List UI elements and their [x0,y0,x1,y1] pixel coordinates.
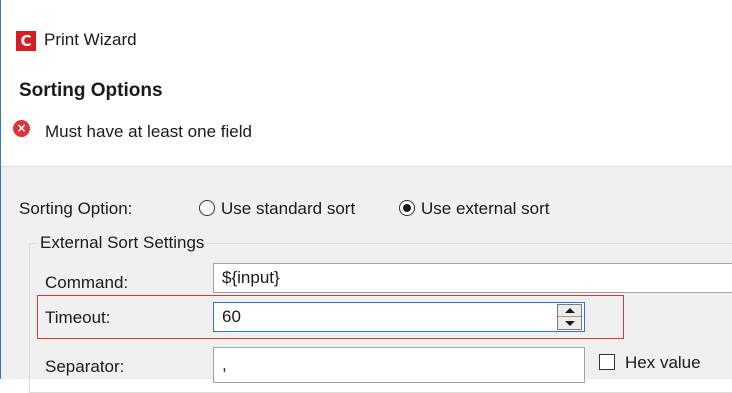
command-label: Command: [45,273,129,292]
timeout-spinner[interactable] [557,304,582,330]
window-title: Print Wizard [44,30,137,49]
sorting-option-label: Sorting Option: [19,199,133,218]
wizard-header: Sorting Options × Must have at least one… [1,72,732,167]
error-message: Must have at least one field [45,122,252,141]
hex-value-checkbox[interactable] [599,354,615,370]
external-sort-settings-legend: External Sort Settings [37,233,208,253]
wizard-content: Sorting Option: Use standard sort Use ex… [1,167,732,393]
arrow-up-icon [564,308,575,313]
spin-up-button[interactable] [558,305,581,317]
external-sort-label[interactable]: Use external sort [421,199,550,219]
command-input[interactable] [213,263,732,293]
standard-sort-radio[interactable] [199,200,215,216]
app-logo-icon: C [16,31,36,51]
standard-sort-label[interactable]: Use standard sort [221,199,355,219]
timeout-input[interactable] [213,302,585,332]
hex-value-label[interactable]: Hex value [625,353,701,373]
error-circle-icon: × [13,120,30,137]
external-sort-radio[interactable] [399,200,415,216]
separator-input[interactable] [213,347,585,383]
separator-label: Separator: [45,357,125,376]
page-title: Sorting Options [19,80,163,101]
timeout-label: Timeout: [45,308,111,327]
print-wizard-window: C Print Wizard Sorting Options × Must ha… [0,0,732,393]
arrow-down-icon [564,320,575,326]
spin-down-button[interactable] [558,317,581,329]
